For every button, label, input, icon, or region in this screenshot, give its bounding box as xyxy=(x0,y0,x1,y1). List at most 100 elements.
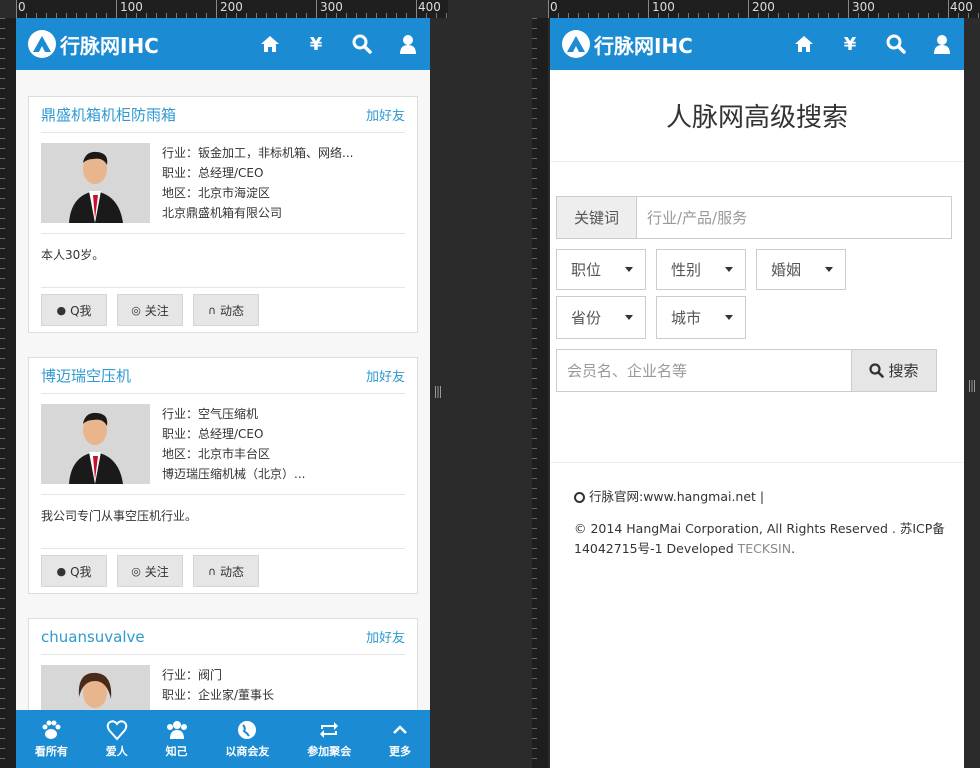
member-name-link[interactable]: 博迈瑞空压机 xyxy=(41,365,131,386)
nav-more[interactable]: 更多 xyxy=(389,719,411,759)
region-text: 地区：北京市海淀区 xyxy=(162,186,271,200)
user-icon[interactable] xyxy=(398,34,418,54)
circle-icon xyxy=(574,491,585,503)
keyword-input[interactable]: 行业/产品/服务 xyxy=(637,197,951,238)
user-icon[interactable] xyxy=(932,34,952,54)
avatar[interactable] xyxy=(41,143,150,223)
ruler-tick xyxy=(532,268,537,269)
phone-search: 行脉网IHC ¥ 人脉网高级搜索 关键词 行业/产品/服务 职位 性别 婚姻 省… xyxy=(550,18,964,768)
search-icon xyxy=(869,363,885,378)
avatar[interactable] xyxy=(41,665,150,710)
nav-confidant[interactable]: 知己 xyxy=(166,719,188,759)
avatar[interactable] xyxy=(41,404,150,484)
home-icon[interactable] xyxy=(260,34,280,54)
copyright-line-2: 14042715号-1 Developed xyxy=(574,541,738,556)
ruler-tick xyxy=(0,338,5,339)
search-icon[interactable] xyxy=(886,34,906,54)
ruler-tick xyxy=(0,548,5,549)
region-text: 地区：北京市丰台区 xyxy=(162,447,271,461)
ruler-tick xyxy=(532,18,537,19)
qq-button[interactable]: ● Q我 xyxy=(41,294,107,326)
ruler-tick xyxy=(0,208,5,209)
official-site-link[interactable]: 行脉官网:www.hangmai.net | xyxy=(574,487,964,507)
add-friend-link[interactable]: 加好友 xyxy=(366,105,405,124)
yen-icon[interactable]: ¥ xyxy=(840,34,860,55)
ruler-label: 400 xyxy=(950,0,973,14)
nav-see-all[interactable]: 看所有 xyxy=(35,719,68,759)
ruler-tick xyxy=(416,0,417,18)
member-card: chuansuvalve 加好友 行业：阀门 职业：企业家/董事长 xyxy=(28,618,418,710)
retweet-icon xyxy=(320,722,339,738)
gender-select[interactable]: 性别 xyxy=(656,249,746,290)
search-button[interactable]: 搜索 xyxy=(852,349,937,392)
ruler-tick xyxy=(532,598,537,599)
select-value: 婚姻 xyxy=(771,261,802,279)
ruler-tick xyxy=(0,528,5,529)
ruler-tick xyxy=(532,348,537,349)
ruler-tick xyxy=(532,508,537,509)
ruler-tick xyxy=(0,748,5,749)
ruler-tick xyxy=(648,0,649,18)
ruler-tick xyxy=(0,148,5,149)
ruler-tick xyxy=(532,198,537,199)
developer-link[interactable]: TECKSIN xyxy=(738,541,791,556)
activity-button[interactable]: ∩ 动态 xyxy=(193,555,259,587)
ruler-tick xyxy=(0,358,5,359)
nav-join-party[interactable]: 参加聚会 xyxy=(307,719,351,759)
ruler-tick xyxy=(0,608,5,609)
yen-icon[interactable]: ¥ xyxy=(306,34,326,55)
search-icon[interactable] xyxy=(352,34,372,54)
ruler-tick xyxy=(532,648,537,649)
member-name-link[interactable]: chuansuvalve xyxy=(41,628,145,646)
ruler-tick xyxy=(532,578,537,579)
caret-down-icon xyxy=(625,267,633,272)
industry-text: 行业：钣金加工，非标机箱、网络... xyxy=(162,146,354,160)
member-name-link[interactable]: 鼎盛机箱机柜防雨箱 xyxy=(41,104,176,125)
ruler-tick xyxy=(0,278,5,279)
ruler-label: 400 xyxy=(418,0,441,14)
qq-label: Q我 xyxy=(70,564,92,579)
resize-handle-icon[interactable] xyxy=(434,386,442,398)
ruler-tick xyxy=(0,378,5,379)
logo[interactable]: 行脉网IHC xyxy=(562,30,693,59)
activity-button[interactable]: ∩ 动态 xyxy=(193,294,259,326)
headphones-icon: ∩ xyxy=(207,564,217,578)
member-card: 鼎盛机箱机柜防雨箱 加好友 行业：钣金加工，非标机箱、网络... 职业：总经理/… xyxy=(28,96,418,333)
activity-label: 动态 xyxy=(220,303,245,318)
ruler-tick xyxy=(0,108,5,109)
footer-dot: . xyxy=(791,541,796,556)
ruler-tick xyxy=(0,648,5,649)
ruler-tick xyxy=(532,108,537,109)
ruler-tick xyxy=(532,588,537,589)
ruler-label: 0 xyxy=(18,0,26,14)
resize-handle-icon[interactable] xyxy=(968,380,976,392)
follow-button[interactable]: ◎ 关注 xyxy=(117,294,183,326)
ruler-label: 300 xyxy=(852,0,875,14)
ruler-tick xyxy=(0,658,5,659)
follow-button[interactable]: ◎ 关注 xyxy=(117,555,183,587)
ruler-tick xyxy=(532,758,537,759)
ruler-tick xyxy=(532,478,537,479)
ruler-tick xyxy=(0,688,5,689)
ruler-tick xyxy=(532,548,537,549)
member-search-group: 会员名、企业名等 搜索 xyxy=(556,349,937,392)
add-friend-link[interactable]: 加好友 xyxy=(366,627,405,646)
caret-down-icon xyxy=(625,315,633,320)
nav-business-friends[interactable]: 以商会友 xyxy=(225,719,269,759)
add-friend-link[interactable]: 加好友 xyxy=(366,366,405,385)
ruler-tick xyxy=(0,368,5,369)
ruler-tick xyxy=(948,0,949,18)
province-select[interactable]: 省份 xyxy=(556,296,646,339)
ruler-label: 200 xyxy=(752,0,775,14)
job-text: 职业：总经理/CEO xyxy=(162,166,264,180)
ruler-tick xyxy=(548,0,549,18)
nav-lover[interactable]: 爱人 xyxy=(106,719,128,759)
member-search-input[interactable]: 会员名、企业名等 xyxy=(556,349,852,392)
position-select[interactable]: 职位 xyxy=(556,249,646,290)
divider-bar-right xyxy=(964,18,980,768)
city-select[interactable]: 城市 xyxy=(656,296,746,339)
qq-button[interactable]: ● Q我 xyxy=(41,555,107,587)
marital-select[interactable]: 婚姻 xyxy=(756,249,846,290)
home-icon[interactable] xyxy=(794,34,814,54)
logo[interactable]: 行脉网IHC xyxy=(28,30,159,59)
